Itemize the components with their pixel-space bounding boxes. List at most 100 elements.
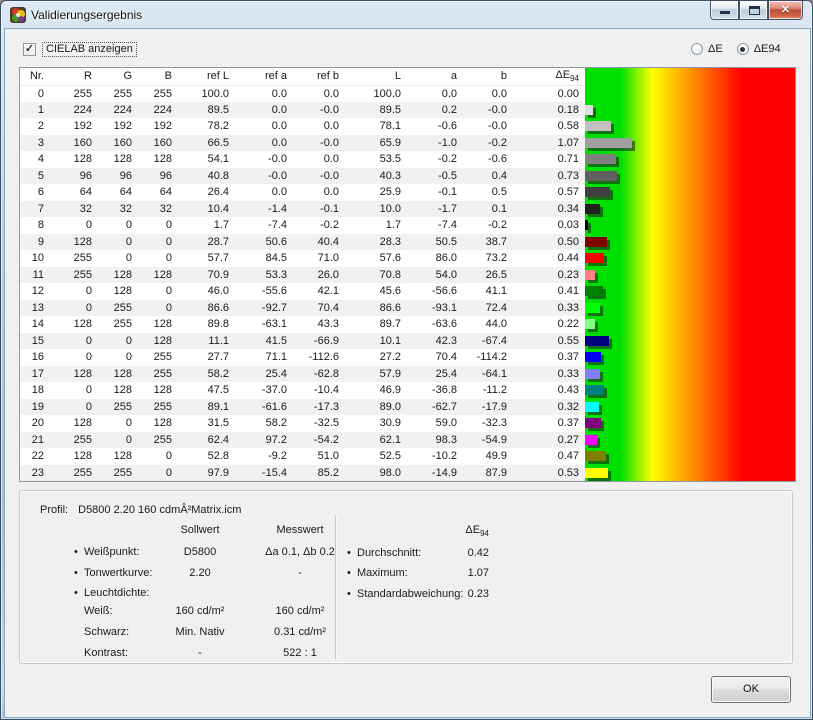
delta-e-bar <box>585 402 599 412</box>
table-cell: 0.0 <box>235 102 293 119</box>
sollwert-column-header: Sollwert <box>150 524 250 536</box>
cielab-checkbox[interactable]: ✓ <box>23 43 36 56</box>
table-cell: 71.0 <box>293 250 345 267</box>
table-cell: 1 <box>20 102 50 119</box>
col-header: ref a <box>235 68 293 85</box>
table-cell: 128 <box>50 316 98 333</box>
title-bar[interactable]: Validierungsergebnis ✕ <box>1 1 812 29</box>
table-cell: 11.1 <box>178 333 235 350</box>
stats-row-label: Durchschnitt: <box>357 547 421 559</box>
delta-e-bar <box>585 286 603 296</box>
radio-button[interactable] <box>691 43 703 55</box>
stats-row: •Maximum:1.07 <box>340 567 600 581</box>
table-cell: 255 <box>138 432 178 449</box>
table-cell: 50.6 <box>235 234 293 251</box>
close-button[interactable]: ✕ <box>768 1 803 20</box>
table-cell: 54.1 <box>178 151 235 168</box>
table-cell: 0.0 <box>235 135 293 152</box>
table-row: 664646426.40.00.025.9-0.10.50.57 <box>20 184 585 201</box>
ok-button[interactable]: OK <box>711 676 791 703</box>
table-cell: -67.4 <box>463 333 513 350</box>
table-cell: 59.0 <box>407 415 463 432</box>
dialog-client-area: ✓ CIELAB anzeigen ΔE ΔE94 Nr.RGBref Lref … <box>5 29 810 717</box>
radio-option--e94[interactable]: ΔE94 <box>737 43 781 55</box>
table-cell: 6 <box>20 184 50 201</box>
table-row: 80001.7-7.4-0.21.7-7.4-0.20.03 <box>20 217 585 234</box>
divider <box>335 515 336 659</box>
table-cell: 0.32 <box>513 399 585 416</box>
table-cell: 89.8 <box>178 316 235 333</box>
table-cell: 0.0 <box>293 151 345 168</box>
table-cell: 17 <box>20 366 50 383</box>
table-cell: 87.9 <box>463 465 513 482</box>
table-cell: 7 <box>20 201 50 218</box>
window-title: Validierungsergebnis <box>31 8 142 22</box>
table-cell: 160 <box>98 135 138 152</box>
delta-e-bar <box>585 105 593 115</box>
table-row: 150012811.141.5-66.910.142.3-67.40.55 <box>20 333 585 350</box>
minimize-button[interactable] <box>710 1 739 20</box>
delta-e-bar <box>585 187 610 197</box>
summary-row: Kontrast:-522 : 1 <box>20 647 360 661</box>
table-cell: 25.9 <box>345 184 407 201</box>
table-cell: 44.0 <box>463 316 513 333</box>
table-cell: 73.2 <box>463 250 513 267</box>
table-cell: 14 <box>20 316 50 333</box>
table-cell: 160 <box>138 135 178 152</box>
table-cell: -66.9 <box>293 333 345 350</box>
table-cell: 64 <box>98 184 138 201</box>
table-cell: 38.7 <box>463 234 513 251</box>
table-cell: -0.5 <box>407 168 463 185</box>
table-cell: -0.0 <box>293 102 345 119</box>
table-cell: 255 <box>50 250 98 267</box>
table-cell: 40.4 <box>293 234 345 251</box>
table-cell: -10.4 <box>293 382 345 399</box>
table-cell: 96 <box>98 168 138 185</box>
table-cell: 0.00 <box>513 85 585 102</box>
table-cell: 255 <box>50 85 98 102</box>
delta-e-bar-chart <box>585 68 795 481</box>
table-cell: 0 <box>138 283 178 300</box>
radio-option--e[interactable]: ΔE <box>691 43 723 55</box>
table-cell: 53.5 <box>345 151 407 168</box>
profile-label: Profil: <box>40 504 68 516</box>
radio-label[interactable]: ΔE94 <box>754 43 781 55</box>
table-cell: 42.3 <box>407 333 463 350</box>
table-cell: 128 <box>98 382 138 399</box>
table-cell: 0 <box>98 349 138 366</box>
table-cell: 255 <box>50 267 98 284</box>
delta-e-radio-group: ΔE ΔE94 <box>677 43 781 55</box>
table-cell: 255 <box>50 432 98 449</box>
table-cell: 128 <box>98 267 138 284</box>
summary-sollwert-value: - <box>150 647 250 659</box>
result-table-container: Nr.RGBref Lref aref bLabΔE94 02552552551… <box>19 67 796 482</box>
radio-label[interactable]: ΔE <box>708 43 723 55</box>
delta-e-bar <box>585 121 611 131</box>
table-cell: -0.1 <box>407 184 463 201</box>
table-cell: 15 <box>20 333 50 350</box>
table-cell: 19 <box>20 399 50 416</box>
table-row: 732323210.4-1.4-0.110.0-1.70.10.34 <box>20 201 585 218</box>
table-cell: 50.5 <box>407 234 463 251</box>
table-cell: 40.8 <box>178 168 235 185</box>
table-cell: 255 <box>138 366 178 383</box>
table-row: 120128046.0-55.642.145.6-56.641.10.41 <box>20 283 585 300</box>
summary-row-label: Weiß: <box>84 605 113 617</box>
cielab-checkbox-label[interactable]: CIELAB anzeigen <box>42 42 137 57</box>
table-cell: 128 <box>98 283 138 300</box>
summary-sollwert-value: 160 cd/m² <box>150 605 250 617</box>
radio-button[interactable] <box>737 43 749 55</box>
table-cell: 26.4 <box>178 184 235 201</box>
stats-row-value: 0.23 <box>437 588 489 600</box>
table-cell: 42.1 <box>293 283 345 300</box>
cielab-checkbox-row[interactable]: ✓ CIELAB anzeigen <box>23 42 137 57</box>
table-cell: 0 <box>50 217 98 234</box>
stats-row-label: Maximum: <box>357 567 408 579</box>
table-row: 102550057.784.571.057.686.073.20.44 <box>20 250 585 267</box>
table-cell: 30.9 <box>345 415 407 432</box>
table-cell: 46.9 <box>345 382 407 399</box>
maximize-button[interactable] <box>739 1 768 20</box>
table-cell: 31.5 <box>178 415 235 432</box>
table-cell: 70.4 <box>293 300 345 317</box>
table-cell: 89.1 <box>178 399 235 416</box>
